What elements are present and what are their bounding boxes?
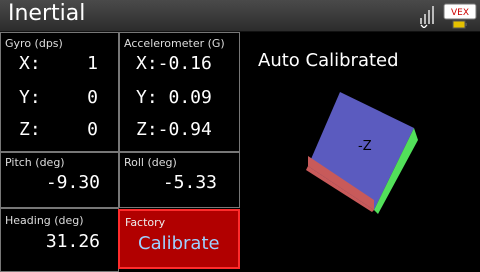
gyro-label: Gyro (dps): [5, 37, 63, 50]
vex-logo-icon: VEX: [443, 3, 477, 29]
heading-panel: Heading (deg) 31.26: [0, 208, 119, 272]
roll-value: -5.33: [162, 172, 217, 193]
accel-z-value: Z:-0.94: [136, 119, 212, 140]
factory-calibrate-button[interactable]: Factory Calibrate: [118, 209, 240, 269]
heading-label: Heading (deg): [5, 214, 84, 227]
calibrate-button-caption: Factory: [125, 216, 166, 229]
accelerometer-label: Accelerometer (G): [124, 37, 225, 50]
pitch-panel: Pitch (deg) -9.30: [0, 152, 119, 208]
brand-label: VEX: [451, 8, 469, 18]
calibration-status: Auto Calibrated: [258, 50, 399, 71]
gyro-z-axis: Z:: [19, 119, 41, 140]
calibrate-button-label: Calibrate: [138, 233, 220, 254]
heading-value: 31.26: [45, 231, 100, 252]
gyro-panel: Gyro (dps) X: 1 Y: 0 Z: 0: [0, 32, 119, 152]
title-bar: Inertial VEX: [0, 0, 480, 32]
accel-y-value: Y: 0.09: [136, 87, 212, 108]
roll-label: Roll (deg): [124, 156, 177, 169]
battery-icon: [452, 20, 467, 29]
gyro-z-value: 0: [87, 119, 98, 140]
signal-bars-icon: [420, 6, 434, 28]
accelerometer-panel: Accelerometer (G) X:-0.16 Y: 0.09 Z:-0.9…: [119, 32, 240, 152]
gyro-x-value: 1: [87, 53, 98, 74]
page-title: Inertial: [8, 1, 86, 26]
roll-panel: Roll (deg) -5.33: [119, 152, 240, 208]
gyro-y-axis: Y:: [19, 87, 41, 108]
pitch-label: Pitch (deg): [5, 156, 65, 169]
gyro-x-axis: X:: [19, 53, 41, 74]
cube-face-label: -Z: [358, 139, 372, 154]
accel-x-value: X:-0.16: [136, 53, 212, 74]
gyro-y-value: 0: [87, 87, 98, 108]
orientation-cube: -Z: [306, 92, 418, 214]
pitch-value: -9.30: [45, 172, 100, 193]
